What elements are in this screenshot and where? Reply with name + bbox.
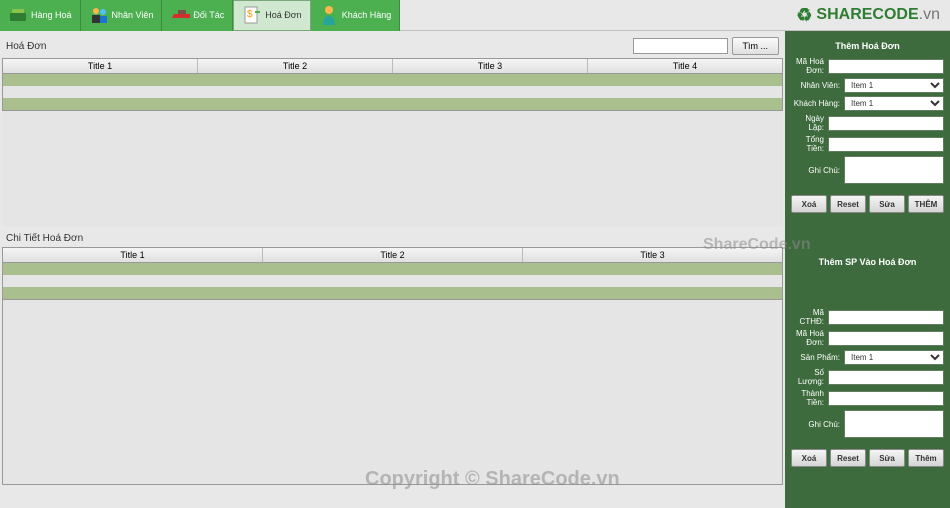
- basket-icon: [8, 5, 28, 25]
- detail-grid[interactable]: Title 1 Title 2 Title 3: [2, 247, 783, 300]
- btn-reset-b[interactable]: Reset: [830, 449, 866, 467]
- table-row[interactable]: [3, 74, 782, 86]
- main-menu: Hàng Hoá Nhân Viên Đối Tác $ Hoá Đơn Khá…: [0, 0, 400, 31]
- sidebar: Thêm Hoá Đơn Mã Hoá Đơn: Nhân Viên:Item …: [785, 31, 950, 508]
- menu-label: Hàng Hoá: [31, 10, 72, 20]
- recycle-icon: ♻: [796, 5, 812, 26]
- people-icon: [89, 5, 109, 25]
- main-content: Hoá Đơn Tìm ... Title 1 Title 2 Title 3 …: [0, 31, 785, 508]
- table-row[interactable]: [3, 287, 782, 299]
- topbar: Hàng Hoá Nhân Viên Đối Tác $ Hoá Đơn Khá…: [0, 0, 950, 31]
- select-san-pham[interactable]: Item 1: [844, 350, 944, 365]
- label-san-pham: Sản Phẩm:: [791, 353, 844, 362]
- column-header[interactable]: Title 3: [393, 59, 588, 73]
- btn-xoa-a[interactable]: Xoá: [791, 195, 827, 213]
- btn-xoa-b[interactable]: Xoá: [791, 449, 827, 467]
- textarea-ghi-chu-b[interactable]: [844, 410, 944, 438]
- table-row[interactable]: [3, 263, 782, 275]
- logo: ♻ SHARECODE.vn: [796, 5, 950, 26]
- label-ma-hd-b: Mã Hoá Đơn:: [791, 329, 828, 347]
- menu-label: Nhân Viên: [112, 10, 154, 20]
- invoice-title: Hoá Đơn: [6, 41, 46, 52]
- menu-label: Khách Hàng: [342, 10, 392, 20]
- table-row[interactable]: [3, 86, 782, 98]
- column-header[interactable]: Title 2: [198, 59, 393, 73]
- input-ngay-lap[interactable]: [828, 116, 944, 131]
- select-nhan-vien[interactable]: Item 1: [844, 78, 944, 93]
- label-so-luong: Số Lượng:: [791, 368, 828, 386]
- menu-hang-hoa[interactable]: Hàng Hoá: [0, 0, 81, 31]
- label-tong-tien: Tổng Tiền:: [791, 135, 828, 153]
- label-nhan-vien: Nhân Viên:: [791, 81, 844, 90]
- menu-label: Đối Tác: [193, 10, 224, 20]
- input-ma-cthd[interactable]: [828, 310, 944, 325]
- menu-hoa-don[interactable]: $ Hoá Đơn: [233, 0, 310, 31]
- input-ma-hd[interactable]: [828, 59, 944, 74]
- label-thanh-tien: Thành Tiền:: [791, 389, 828, 407]
- column-header[interactable]: Title 1: [3, 59, 198, 73]
- table-row[interactable]: [3, 275, 782, 287]
- btn-reset-a[interactable]: Reset: [830, 195, 866, 213]
- search-input[interactable]: [633, 38, 728, 54]
- form-a-title: Thêm Hoá Đơn: [791, 37, 944, 57]
- column-header[interactable]: Title 4: [588, 59, 782, 73]
- btn-them-a[interactable]: THÊM: [908, 195, 944, 213]
- detail-title: Chi Tiết Hoá Đơn: [6, 233, 83, 244]
- svg-text:$: $: [247, 9, 253, 20]
- menu-nhan-vien[interactable]: Nhân Viên: [81, 0, 163, 31]
- menu-label: Hoá Đơn: [265, 10, 301, 20]
- btn-sua-a[interactable]: Sửa: [869, 195, 905, 213]
- search-button[interactable]: Tìm ...: [732, 37, 780, 55]
- textarea-ghi-chu[interactable]: [844, 156, 944, 184]
- column-header[interactable]: Title 3: [523, 248, 782, 262]
- label-ngay-lap: Ngày Lập:: [791, 114, 828, 132]
- label-ghi-chu-b: Ghi Chú:: [791, 420, 844, 429]
- input-so-luong[interactable]: [828, 370, 944, 385]
- ship-icon: [170, 5, 190, 25]
- invoice-icon: $: [242, 5, 262, 25]
- label-ma-cthd: Mã CTHĐ:: [791, 308, 828, 326]
- column-header[interactable]: Title 1: [3, 248, 263, 262]
- grid-empty-area: [2, 300, 783, 485]
- input-thanh-tien[interactable]: [828, 391, 944, 406]
- table-row[interactable]: [3, 98, 782, 110]
- btn-sua-b[interactable]: Sửa: [869, 449, 905, 467]
- grid-empty-area: [2, 111, 783, 227]
- label-khach-hang: Khách Hàng:: [791, 99, 844, 108]
- menu-doi-tac[interactable]: Đối Tác: [162, 0, 233, 31]
- label-ghi-chu: Ghi Chú:: [791, 166, 844, 175]
- invoice-panel-header: Hoá Đơn Tìm ...: [2, 31, 783, 58]
- column-header[interactable]: Title 2: [263, 248, 523, 262]
- label-ma-hd: Mã Hoá Đơn:: [791, 57, 828, 75]
- input-ma-hd-b[interactable]: [828, 331, 944, 346]
- detail-panel-header: Chi Tiết Hoá Đơn: [2, 227, 783, 247]
- menu-khach-hang[interactable]: Khách Hàng: [311, 0, 401, 31]
- input-tong-tien[interactable]: [828, 137, 944, 152]
- btn-them-b[interactable]: Thêm: [908, 449, 944, 467]
- invoice-grid[interactable]: Title 1 Title 2 Title 3 Title 4: [2, 58, 783, 111]
- select-khach-hang[interactable]: Item 1: [844, 96, 944, 111]
- form-b-title: Thêm SP Vào Hoá Đơn: [791, 253, 944, 273]
- customer-icon: [319, 5, 339, 25]
